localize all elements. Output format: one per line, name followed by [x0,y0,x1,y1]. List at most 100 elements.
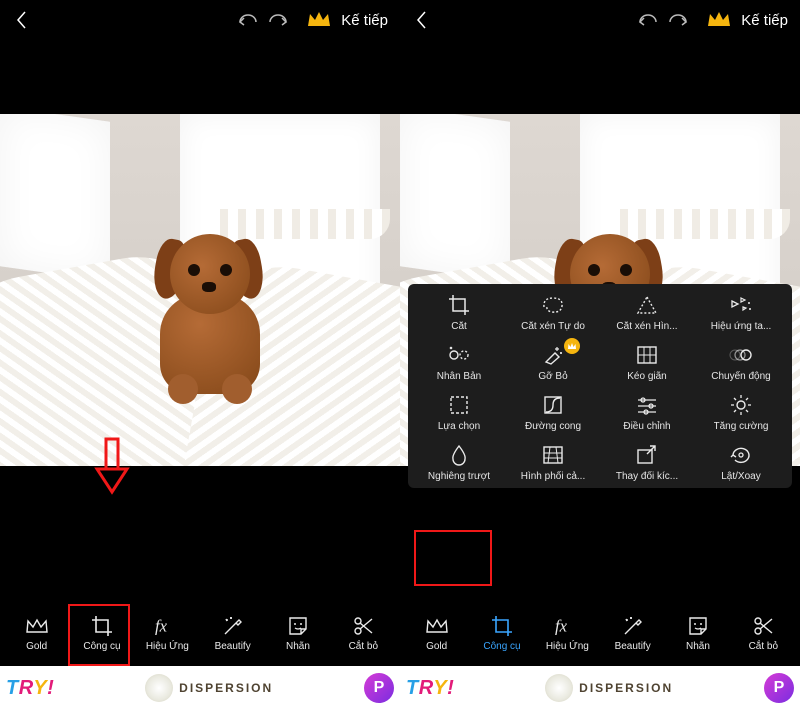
sparkle-icon [621,615,645,637]
tab-cutout[interactable]: Cắt bỏ [331,615,396,652]
crop-icon [490,615,514,637]
tab-effects[interactable]: fx Hiệu Ứng [535,615,600,652]
ad-try-icon: TRY! [406,677,454,700]
tool-label: Hình phối cả... [521,471,585,482]
tab-sticker[interactable]: Nhãn [265,615,330,652]
ad-text: DISPERSION [579,681,673,695]
tool-perspective[interactable]: Hình phối cả... [506,444,600,482]
ad-center: DISPERSION [60,674,358,702]
tool-adjust[interactable]: Điều chỉnh [600,394,694,432]
tutorial-arrow-icon [92,437,132,500]
back-button[interactable] [8,10,36,30]
tool-crop[interactable]: Cắt [412,294,506,332]
tool-motion[interactable]: Chuyển động [694,344,788,382]
rotate-icon [728,444,754,466]
tab-label: Hiệu Ứng [146,641,189,652]
next-button[interactable]: Kế tiếp [741,12,788,29]
tool-free-crop[interactable]: Cắt xén Tự do [506,294,600,332]
tab-cutout[interactable]: Cắt bỏ [731,615,796,652]
tool-enhance[interactable]: Tăng cường [694,394,788,432]
svg-text:fx: fx [155,616,168,635]
eraser-sparkle-icon [540,344,566,366]
ad-text: DISPERSION [179,681,273,695]
crop-icon [90,615,114,637]
dispersion-icon [728,294,754,316]
tool-flip-rotate[interactable]: Lật/Xoay [694,444,788,482]
tab-label: Gold [26,641,47,652]
ad-banner[interactable]: TRY! DISPERSION P [0,666,400,710]
tab-label: Gold [426,641,447,652]
canvas[interactable] [0,40,400,600]
svg-text:fx: fx [555,616,568,635]
crown-outline-icon [25,615,49,637]
tool-remove[interactable]: Gỡ Bỏ [506,344,600,382]
brightness-icon [728,394,754,416]
shape-icon [634,294,660,316]
scissors-icon [751,615,775,637]
picsart-logo-icon: P [364,673,394,703]
top-bar: Kế tiếp [0,0,400,40]
tab-tools[interactable]: Công cụ [469,615,534,652]
perspective-icon [540,444,566,466]
tab-sticker[interactable]: Nhãn [665,615,730,652]
crown-icon[interactable] [303,10,335,30]
next-button[interactable]: Kế tiếp [341,12,388,29]
tool-label: Đường cong [525,421,581,432]
tool-label: Lựa chọn [438,421,480,432]
bottom-toolbar: Gold Công cụ fx Hiệu Ứng Beautify Nhãn C… [0,600,400,666]
tool-label: Nghiêng trượt [428,471,490,482]
tool-selection[interactable]: Lựa chọn [412,394,506,432]
undo-button[interactable] [633,12,663,28]
tool-label: Kéo giãn [627,371,666,382]
motion-icon [728,344,754,366]
tool-label: Thay đổi kíc... [616,471,678,482]
resize-icon [634,444,660,466]
clone-icon [446,344,472,366]
tab-label: Hiệu Ứng [546,641,589,652]
sliders-icon [634,394,660,416]
redo-button[interactable] [263,12,293,28]
tool-label: Điều chỉnh [623,421,670,432]
crown-outline-icon [425,615,449,637]
photo-preview [0,114,400,466]
tool-dispersion[interactable]: Hiệu ứng ta... [694,294,788,332]
ad-center: DISPERSION [460,674,758,702]
blur-drop-icon [446,444,472,466]
tool-label: Cắt xén Hìn... [616,321,677,332]
tab-label: Công cụ [83,641,120,652]
ad-try-icon: TRY! [6,677,54,700]
tool-label: Cắt xén Tự do [521,321,585,332]
tool-resize[interactable]: Thay đổi kíc... [600,444,694,482]
canvas[interactable]: Cắt Cắt xén Tự do Cắt xén Hìn... Hiệu ứn… [400,40,800,600]
dandelion-icon [145,674,173,702]
ad-banner[interactable]: TRY! DISPERSION P [400,666,800,710]
undo-button[interactable] [233,12,263,28]
lasso-icon [540,294,566,316]
tab-gold[interactable]: Gold [404,615,469,652]
tool-label: Nhân Bản [437,371,481,382]
tool-label: Hiệu ứng ta... [711,321,772,332]
sticker-icon [686,615,710,637]
tab-label: Beautify [615,641,651,652]
dandelion-icon [545,674,573,702]
tool-clone[interactable]: Nhân Bản [412,344,506,382]
selection-icon [446,394,472,416]
tab-tools[interactable]: Công cụ [69,615,134,652]
tab-beautify[interactable]: Beautify [200,615,265,652]
sticker-icon [286,615,310,637]
tab-effects[interactable]: fx Hiệu Ứng [135,615,200,652]
crop-icon [446,294,472,316]
tab-beautify[interactable]: Beautify [600,615,665,652]
tab-label: Nhãn [286,641,310,652]
tool-label: Lật/Xoay [721,471,760,482]
tab-gold[interactable]: Gold [4,615,69,652]
back-button[interactable] [408,10,436,30]
stretch-icon [634,344,660,366]
crown-icon[interactable] [703,10,735,30]
phone-left: Kế tiếp Gold [0,0,400,710]
redo-button[interactable] [663,12,693,28]
tool-curves[interactable]: Đường cong [506,394,600,432]
tool-stretch[interactable]: Kéo giãn [600,344,694,382]
tool-tilt-shift[interactable]: Nghiêng trượt [412,444,506,482]
tool-shape-crop[interactable]: Cắt xén Hìn... [600,294,694,332]
